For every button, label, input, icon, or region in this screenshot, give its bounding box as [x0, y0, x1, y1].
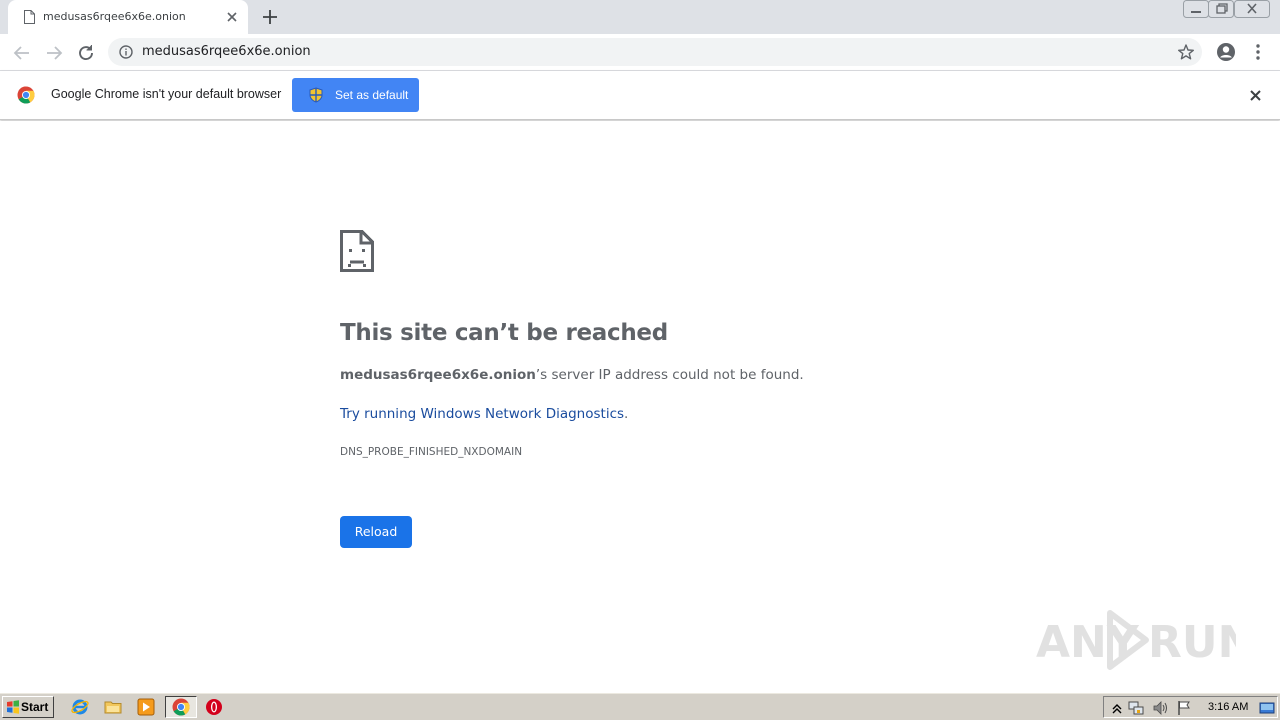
volume-icon[interactable] [1152, 700, 1168, 716]
uac-shield-icon [309, 87, 323, 103]
set-as-default-label: Set as default [335, 88, 409, 102]
media-player-icon[interactable] [137, 698, 155, 716]
diagnostics-period: . [624, 406, 629, 422]
start-button[interactable]: Start [2, 696, 54, 718]
error-code: DNS_PROBE_FINISHED_NXDOMAIN [340, 446, 523, 458]
action-center-flag-icon[interactable] [1176, 700, 1192, 716]
address-bar[interactable]: medusas6rqee6x6e.onion [108, 38, 1202, 66]
new-tab-icon[interactable] [261, 8, 279, 26]
site-info-icon[interactable] [119, 45, 133, 59]
windows-taskbar: Start 3:16 AM [0, 692, 1280, 720]
windows-logo-icon [7, 700, 19, 714]
forward-icon[interactable] [43, 42, 65, 64]
internet-explorer-icon[interactable] [71, 698, 89, 716]
show-desktop-icon[interactable] [1259, 700, 1275, 716]
infobar-message: Google Chrome isn't your default browser [51, 87, 282, 101]
url-text[interactable]: medusas6rqee6x6e.onion [142, 44, 311, 59]
browser-toolbar: medusas6rqee6x6e.onion [0, 34, 1280, 71]
reload-button[interactable]: Reload [340, 516, 412, 548]
start-label: Start [21, 700, 49, 714]
network-icon[interactable] [1128, 700, 1144, 716]
anyrun-watermark: ANY RUN [1036, 610, 1236, 670]
profile-avatar-icon[interactable] [1216, 42, 1236, 62]
chrome-logo-icon [17, 86, 35, 104]
error-host: medusas6rqee6x6e.onion [340, 367, 536, 383]
tab-strip: medusas6rqee6x6e.onion [0, 0, 1280, 34]
error-title: This site can’t be reached [340, 320, 668, 346]
back-icon[interactable] [11, 42, 33, 64]
close-tab-icon[interactable] [224, 9, 240, 25]
close-infobar-icon[interactable] [1248, 88, 1263, 103]
folder-icon[interactable] [104, 698, 122, 716]
tab-title: medusas6rqee6x6e.onion [43, 10, 186, 23]
more-menu-icon[interactable] [1252, 43, 1264, 61]
reload-icon[interactable] [75, 42, 97, 64]
error-description: medusas6rqee6x6e.onion’s server IP addre… [340, 367, 804, 383]
chrome-icon [172, 698, 190, 716]
bookmark-star-icon[interactable] [1177, 43, 1195, 61]
default-browser-infobar: Google Chrome isn't your default browser… [0, 71, 1280, 120]
chrome-taskbar-button[interactable] [165, 696, 197, 718]
browser-tab[interactable]: medusas6rqee6x6e.onion [8, 0, 248, 34]
set-as-default-button[interactable]: Set as default [292, 78, 419, 112]
taskbar-clock[interactable]: 3:16 AM [1208, 701, 1248, 713]
show-hidden-icons-icon[interactable] [1109, 700, 1125, 716]
watermark-text-right: RUN [1148, 617, 1236, 668]
close-window-button[interactable] [1234, 0, 1270, 18]
sad-document-icon [340, 230, 374, 272]
minimize-button[interactable] [1183, 0, 1209, 18]
page-icon [24, 10, 35, 24]
system-tray: 3:16 AM [1103, 696, 1278, 718]
opera-icon[interactable] [205, 698, 223, 716]
network-diagnostics-paragraph: Try running Windows Network Diagnostics. [340, 406, 628, 422]
network-diagnostics-link[interactable]: Try running Windows Network Diagnostics [340, 406, 624, 422]
error-description-suffix: ’s server IP address could not be found. [535, 367, 804, 383]
restore-button[interactable] [1208, 0, 1234, 18]
